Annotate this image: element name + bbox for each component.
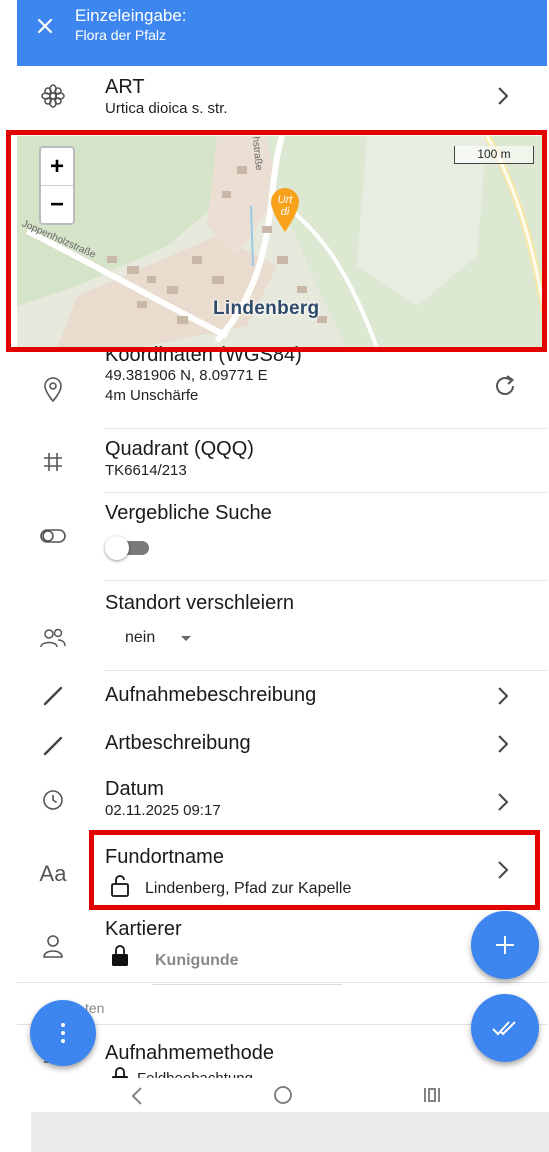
vergebliche-title: Vergebliche Suche [105, 502, 272, 524]
artbeschreibung-row[interactable]: Artbeschreibung [17, 720, 547, 770]
home-icon[interactable] [273, 1085, 293, 1105]
datum-title: Datum [105, 778, 164, 800]
art-value: Urtica dioica s. str. [105, 100, 228, 117]
plus-icon [496, 936, 514, 954]
kartierer-row[interactable]: Kartierer [17, 910, 547, 980]
divider [17, 982, 547, 983]
divider [17, 1024, 547, 1025]
quadrant-title: Quadrant (QQQ) [105, 438, 254, 460]
recent-apps-icon[interactable] [423, 1086, 441, 1104]
chevron-right-icon [498, 87, 509, 105]
vergebliche-toggle[interactable] [105, 536, 153, 560]
person-icon [35, 928, 71, 964]
add-button[interactable] [471, 911, 539, 979]
more-options-button[interactable] [30, 1000, 96, 1066]
chevron-right-icon [498, 793, 509, 811]
quadrant-value: TK6614/213 [105, 462, 187, 479]
koordinaten-value: 49.381906 N, 8.09771 E [105, 367, 268, 384]
map-highlight-box [6, 130, 547, 352]
koordinaten-accuracy: 4m Unschärfe [105, 387, 199, 404]
people-icon [35, 620, 71, 656]
toggle-icon [35, 518, 71, 554]
kartierer-value[interactable]: Kunigunde [155, 952, 239, 970]
double-check-icon [492, 1021, 516, 1036]
header-subtitle: Flora der Pfalz [75, 27, 167, 43]
chevron-right-icon [498, 735, 509, 753]
vertical-dots-icon [61, 1023, 65, 1043]
chevron-right-icon [498, 687, 509, 705]
toggle-knob [105, 536, 129, 560]
vergebliche-row: Vergebliche Suche [17, 492, 547, 580]
fundortname-highlight-box [89, 830, 540, 910]
aufnahmemethode-title: Aufnahmemethode [105, 1042, 275, 1064]
datum-row[interactable]: Datum 02.11.2025 09:17 [17, 770, 547, 830]
artbeschreibung-title: Artbeschreibung [105, 732, 251, 754]
art-title: ART [105, 76, 145, 98]
gesture-area [31, 1112, 549, 1152]
pencil-icon [35, 678, 71, 714]
location-pin-icon [35, 372, 71, 408]
clock-icon [35, 782, 71, 818]
aufnahmemethode-row[interactable]: Aufnahmemethode Feldbeobachtung [17, 1030, 547, 1078]
text-format-icon: Aa [39, 861, 67, 886]
lock-icon[interactable] [110, 1066, 130, 1078]
pencil-icon [35, 728, 71, 764]
aufnahmebeschreibung-title: Aufnahmebeschreibung [105, 684, 317, 706]
input-underline [152, 984, 342, 985]
art-row[interactable]: ART Urtica dioica s. str. [17, 66, 547, 128]
grid-hash-icon [35, 444, 71, 480]
standort-row: Standort verschleiern [17, 580, 547, 670]
aufnahmebeschreibung-row[interactable]: Aufnahmebeschreibung [17, 670, 547, 720]
lock-icon[interactable] [110, 944, 130, 968]
close-icon[interactable] [33, 14, 57, 38]
back-icon[interactable] [129, 1086, 145, 1106]
app-header: Einzeleingabe: Flora der Pfalz [17, 0, 547, 66]
flower-icon [35, 78, 71, 114]
kartierer-title: Kartierer [105, 918, 182, 940]
chevron-down-icon[interactable] [181, 636, 191, 641]
refresh-icon[interactable] [491, 372, 519, 400]
standort-title: Standort verschleiern [105, 592, 294, 614]
aufnahmemethode-value: Feldbeobachtung [137, 1070, 253, 1078]
standort-select[interactable]: nein [125, 629, 155, 647]
koordinaten-row[interactable]: Koordinaten (WGS84) 49.381906 N, 8.09771… [17, 344, 547, 430]
header-title: Einzeleingabe: [75, 6, 187, 25]
system-nav-bar [17, 1078, 547, 1112]
quadrant-row[interactable]: Quadrant (QQQ) TK6614/213 [17, 428, 547, 492]
datum-value: 02.11.2025 09:17 [105, 802, 221, 819]
save-button[interactable] [471, 994, 539, 1062]
